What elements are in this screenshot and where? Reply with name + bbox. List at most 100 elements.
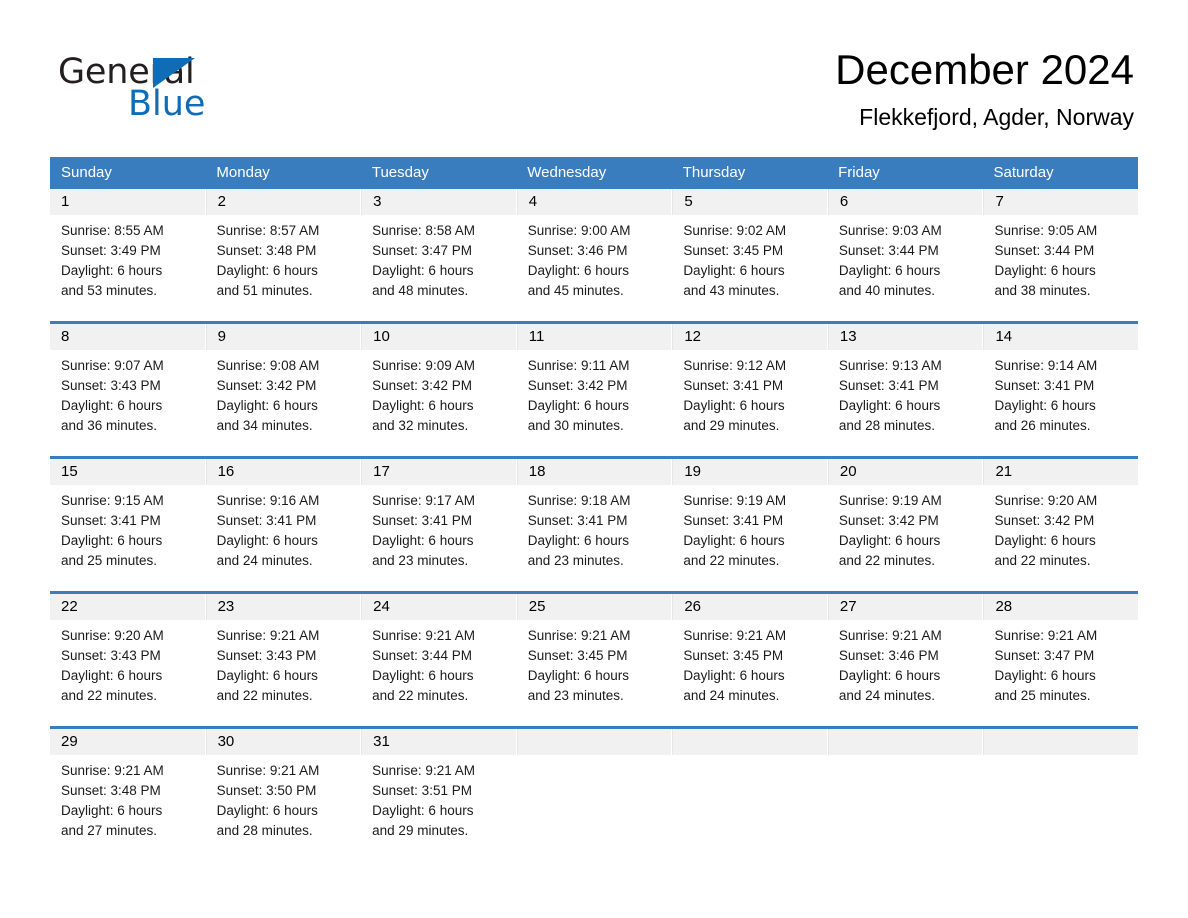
day-cell[interactable]: 1 Sunrise: 8:55 AM Sunset: 3:49 PM Dayli… xyxy=(50,189,206,311)
sunrise-text: Sunrise: 8:55 AM xyxy=(61,223,164,238)
sunset-text: Sunset: 3:42 PM xyxy=(372,378,472,393)
daylight-text-line1: Daylight: 6 hours xyxy=(838,263,941,278)
sunset-text: Sunset: 3:47 PM xyxy=(372,243,472,258)
day-cell[interactable]: 12 Sunrise: 9:12 AM Sunset: 3:41 PM Dayl… xyxy=(672,324,828,446)
sunrise-text: Sunrise: 9:21 AM xyxy=(683,628,787,643)
sunrise-text: Sunrise: 9:00 AM xyxy=(527,223,631,238)
day-cell[interactable]: 4 Sunrise: 9:00 AM Sunset: 3:46 PM Dayli… xyxy=(516,189,673,311)
daylight-text-line2: and 22 minutes. xyxy=(994,553,1091,568)
sunset-text: Sunset: 3:43 PM xyxy=(61,648,161,663)
day-cell[interactable]: 24 Sunrise: 9:21 AM Sunset: 3:44 PM Dayl… xyxy=(361,594,517,716)
weekday-header-monday: Monday xyxy=(216,164,270,181)
daylight-text-line1: Daylight: 6 hours xyxy=(683,263,785,278)
day-cell[interactable]: 11 Sunrise: 9:11 AM Sunset: 3:42 PM Dayl… xyxy=(516,324,673,446)
weekday-header-sunday: Sunday xyxy=(61,164,112,181)
day-cell[interactable]: 31 Sunrise: 9:21 AM Sunset: 3:51 PM Dayl… xyxy=(361,729,517,851)
page-subtitle: Flekkefjord, Agder, Norway xyxy=(859,104,1134,130)
day-info: Sunrise: 9:07 AM Sunset: 3:43 PM Dayligh… xyxy=(50,350,205,436)
sunrise-text: Sunrise: 9:05 AM xyxy=(994,223,1098,238)
daylight-text-line1: Daylight: 6 hours xyxy=(838,668,941,683)
sunrise-text: Sunrise: 9:18 AM xyxy=(527,493,631,508)
day-cell[interactable]: 22 Sunrise: 9:20 AM Sunset: 3:43 PM Dayl… xyxy=(50,594,206,716)
daylight-text-line1: Daylight: 6 hours xyxy=(527,533,630,548)
day-number xyxy=(827,729,983,755)
day-cell[interactable]: 29 Sunrise: 9:21 AM Sunset: 3:48 PM Dayl… xyxy=(50,729,206,851)
sunrise-text: Sunrise: 9:15 AM xyxy=(61,493,164,508)
day-number: 11 xyxy=(516,324,672,350)
daylight-text-line2: and 22 minutes. xyxy=(216,688,313,703)
daylight-text-line1: Daylight: 6 hours xyxy=(216,533,318,548)
day-cell[interactable]: 8 Sunrise: 9:07 AM Sunset: 3:43 PM Dayli… xyxy=(50,324,206,446)
day-cell[interactable]: 21 Sunrise: 9:20 AM Sunset: 3:42 PM Dayl… xyxy=(983,459,1139,581)
day-cell[interactable]: 2 Sunrise: 8:57 AM Sunset: 3:48 PM Dayli… xyxy=(205,189,362,311)
day-info: Sunrise: 8:57 AM Sunset: 3:48 PM Dayligh… xyxy=(206,215,361,301)
daylight-text-line1: Daylight: 6 hours xyxy=(216,263,318,278)
day-cell[interactable]: 18 Sunrise: 9:18 AM Sunset: 3:41 PM Dayl… xyxy=(516,459,673,581)
day-number: 13 xyxy=(827,324,983,350)
day-cell[interactable]: 17 Sunrise: 9:17 AM Sunset: 3:41 PM Dayl… xyxy=(361,459,517,581)
daylight-text-line2: and 24 minutes. xyxy=(838,688,935,703)
daylight-text-line2: and 40 minutes. xyxy=(838,283,935,298)
day-cell[interactable]: 13 Sunrise: 9:13 AM Sunset: 3:41 PM Dayl… xyxy=(827,324,984,446)
day-number: 4 xyxy=(516,189,672,215)
daylight-text-line1: Daylight: 6 hours xyxy=(61,398,163,413)
day-number: 10 xyxy=(361,324,516,350)
daylight-text-line1: Daylight: 6 hours xyxy=(61,668,163,683)
day-cell[interactable]: 3 Sunrise: 8:58 AM Sunset: 3:47 PM Dayli… xyxy=(361,189,517,311)
day-cell[interactable]: 19 Sunrise: 9:19 AM Sunset: 3:41 PM Dayl… xyxy=(672,459,828,581)
day-number: 16 xyxy=(205,459,361,485)
day-number: 21 xyxy=(983,459,1139,485)
day-info: Sunrise: 9:21 AM Sunset: 3:44 PM Dayligh… xyxy=(361,620,516,706)
day-cell[interactable]: 5 Sunrise: 9:02 AM Sunset: 3:45 PM Dayli… xyxy=(672,189,828,311)
daylight-text-line2: and 28 minutes. xyxy=(838,418,935,433)
daylight-text-line2: and 28 minutes. xyxy=(216,823,313,838)
day-cell[interactable]: 15 Sunrise: 9:15 AM Sunset: 3:41 PM Dayl… xyxy=(50,459,206,581)
day-cell[interactable]: 23 Sunrise: 9:21 AM Sunset: 3:43 PM Dayl… xyxy=(205,594,362,716)
day-cell[interactable]: 9 Sunrise: 9:08 AM Sunset: 3:42 PM Dayli… xyxy=(205,324,362,446)
daylight-text-line1: Daylight: 6 hours xyxy=(683,398,785,413)
day-number: 22 xyxy=(50,594,205,620)
day-number: 7 xyxy=(983,189,1139,215)
day-cell-empty xyxy=(983,729,1139,851)
sunset-text: Sunset: 3:51 PM xyxy=(372,783,472,798)
daylight-text-line2: and 48 minutes. xyxy=(372,283,469,298)
sunset-text: Sunset: 3:44 PM xyxy=(372,648,472,663)
daylight-text-line1: Daylight: 6 hours xyxy=(372,533,474,548)
day-cell[interactable]: 16 Sunrise: 9:16 AM Sunset: 3:41 PM Dayl… xyxy=(205,459,362,581)
sunset-text: Sunset: 3:45 PM xyxy=(683,648,784,663)
day-number: 18 xyxy=(516,459,672,485)
day-cell[interactable]: 30 Sunrise: 9:21 AM Sunset: 3:50 PM Dayl… xyxy=(205,729,362,851)
daylight-text-line1: Daylight: 6 hours xyxy=(838,533,941,548)
general-blue-logo[interactable]: General Blue xyxy=(58,52,318,130)
day-info: Sunrise: 8:58 AM Sunset: 3:47 PM Dayligh… xyxy=(361,215,516,301)
day-info: Sunrise: 8:55 AM Sunset: 3:49 PM Dayligh… xyxy=(50,215,205,301)
day-cell[interactable]: 28 Sunrise: 9:21 AM Sunset: 3:47 PM Dayl… xyxy=(983,594,1139,716)
sunrise-text: Sunrise: 9:07 AM xyxy=(61,358,164,373)
day-number: 28 xyxy=(983,594,1139,620)
title-block: December 2024 Flekkefjord, Agder, Norway xyxy=(835,44,1134,132)
daylight-text-line2: and 22 minutes. xyxy=(372,688,469,703)
daylight-text-line2: and 43 minutes. xyxy=(683,283,780,298)
day-cell[interactable]: 7 Sunrise: 9:05 AM Sunset: 3:44 PM Dayli… xyxy=(983,189,1139,311)
daylight-text-line2: and 22 minutes. xyxy=(838,553,935,568)
daylight-text-line1: Daylight: 6 hours xyxy=(61,803,163,818)
day-cell[interactable]: 10 Sunrise: 9:09 AM Sunset: 3:42 PM Dayl… xyxy=(361,324,517,446)
daylight-text-line1: Daylight: 6 hours xyxy=(372,803,474,818)
sunrise-text: Sunrise: 9:03 AM xyxy=(838,223,942,238)
sunset-text: Sunset: 3:43 PM xyxy=(216,648,317,663)
sunset-text: Sunset: 3:41 PM xyxy=(838,378,939,393)
day-number: 12 xyxy=(672,324,827,350)
day-number: 19 xyxy=(672,459,827,485)
day-number: 9 xyxy=(205,324,361,350)
daylight-text-line1: Daylight: 6 hours xyxy=(994,398,1096,413)
day-number: 1 xyxy=(50,189,205,215)
day-cell[interactable]: 25 Sunrise: 9:21 AM Sunset: 3:45 PM Dayl… xyxy=(516,594,673,716)
day-cell[interactable]: 27 Sunrise: 9:21 AM Sunset: 3:46 PM Dayl… xyxy=(827,594,984,716)
weekday-header-tuesday: Tuesday xyxy=(371,164,429,181)
daylight-text-line2: and 22 minutes. xyxy=(61,688,158,703)
day-number: 31 xyxy=(361,729,516,755)
day-cell[interactable]: 14 Sunrise: 9:14 AM Sunset: 3:41 PM Dayl… xyxy=(983,324,1139,446)
day-cell[interactable]: 26 Sunrise: 9:21 AM Sunset: 3:45 PM Dayl… xyxy=(672,594,828,716)
day-cell[interactable]: 6 Sunrise: 9:03 AM Sunset: 3:44 PM Dayli… xyxy=(827,189,984,311)
day-cell[interactable]: 20 Sunrise: 9:19 AM Sunset: 3:42 PM Dayl… xyxy=(827,459,984,581)
